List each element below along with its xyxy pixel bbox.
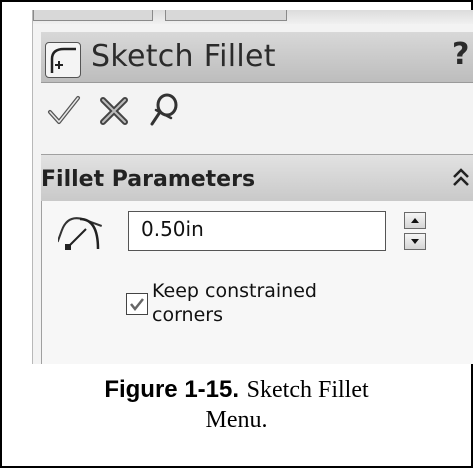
caption-text-2: Menu. <box>205 407 268 433</box>
collapse-button[interactable] <box>446 165 473 189</box>
close-x-icon <box>97 97 131 132</box>
caption-line-1: Figure 1-15. Sketch Fillet <box>2 374 471 405</box>
figure-caption: Figure 1-15. Sketch Fillet Menu. <box>2 374 471 435</box>
double-chevron-up-icon <box>446 168 473 193</box>
fillet-parameters-header[interactable]: Fillet Parameters <box>41 154 473 202</box>
label-line-1: Keep constrained <box>152 280 317 302</box>
radius-input[interactable]: 0.50in <box>128 211 386 251</box>
panel-title-bar: Sketch Fillet ? <box>41 32 473 83</box>
sketch-fillet-icon <box>45 42 81 78</box>
top-tab-strip <box>33 10 473 24</box>
checkmark-icon <box>47 96 81 132</box>
pin-button[interactable] <box>147 92 181 128</box>
fillet-parameters-body: 0.50in Keep constrained corners <box>41 201 473 364</box>
keep-constrained-corners-checkbox[interactable] <box>126 293 148 315</box>
checkbox-check-icon <box>127 298 147 318</box>
section-title: Fillet Parameters <box>41 167 256 192</box>
ok-button[interactable] <box>47 92 81 128</box>
pushpin-icon <box>147 93 181 132</box>
radius-spin-down[interactable] <box>404 233 426 250</box>
fillet-radius-icon <box>56 211 103 255</box>
caption-figure-number: Figure 1-15. <box>104 376 240 403</box>
property-manager-panel: Sketch Fillet ? Fillet Parameters 0.50in… <box>32 10 473 364</box>
help-button[interactable]: ? <box>452 37 473 77</box>
keep-constrained-corners-label: Keep constrained corners <box>152 279 372 327</box>
radius-spin-up[interactable] <box>404 212 426 229</box>
panel-title: Sketch Fillet <box>91 39 276 74</box>
spin-up-icon <box>405 213 425 232</box>
spin-down-icon <box>405 234 425 253</box>
caption-text-1: Sketch Fillet <box>246 377 369 403</box>
cancel-button[interactable] <box>97 92 131 128</box>
top-tab-left[interactable] <box>33 10 153 21</box>
top-tab-middle[interactable] <box>165 10 287 21</box>
figure-frame: Sketch Fillet ? Fillet Parameters 0.50in… <box>0 0 473 468</box>
label-line-2: corners <box>152 304 223 326</box>
